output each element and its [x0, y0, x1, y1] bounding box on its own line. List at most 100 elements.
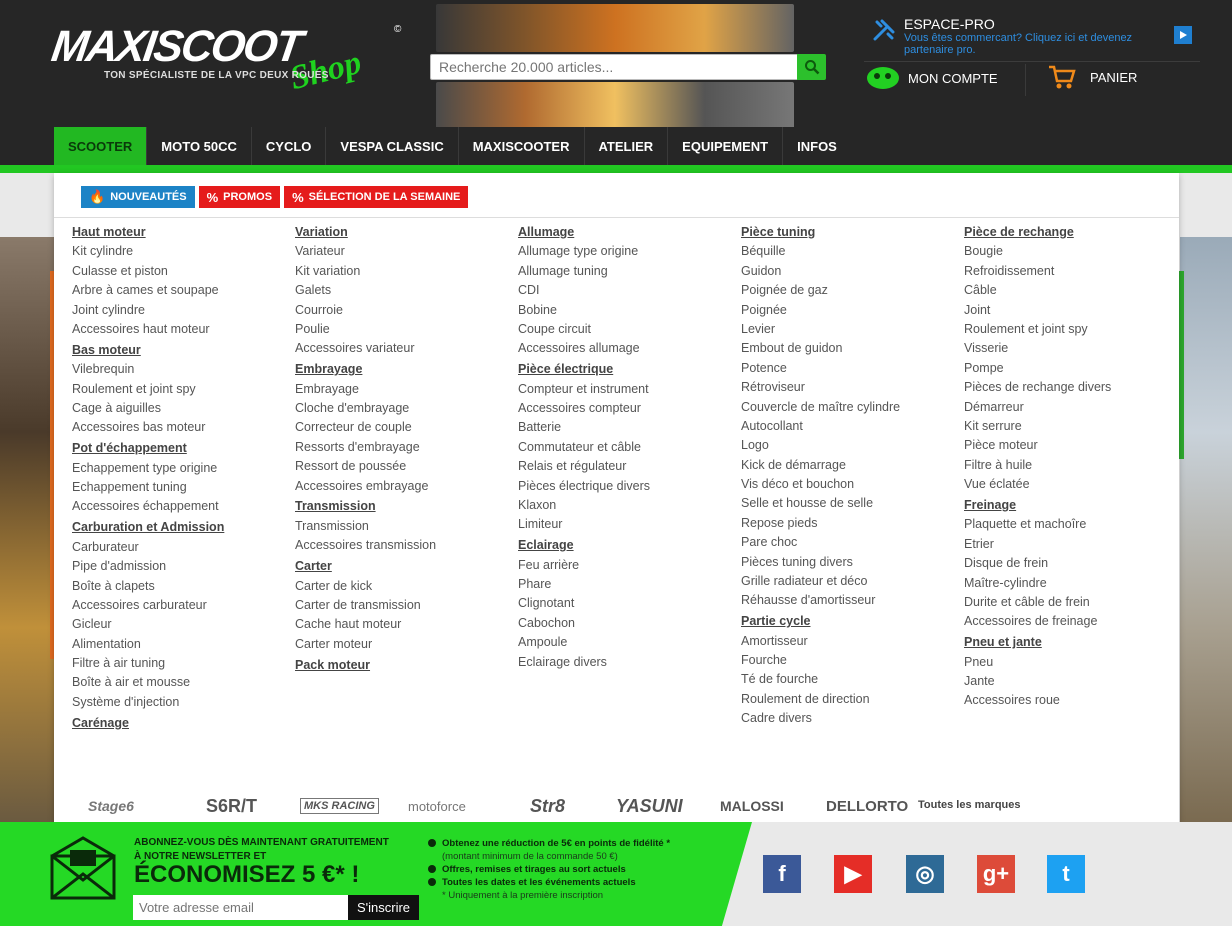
- menu-item[interactable]: Allumage tuning: [518, 262, 738, 281]
- menu-item[interactable]: Disque de frein: [964, 554, 1184, 573]
- menu-item[interactable]: Kit cylindre: [72, 242, 292, 261]
- menu-item[interactable]: Carburateur: [72, 538, 292, 557]
- menu-item[interactable]: Ampoule: [518, 633, 738, 652]
- menu-item[interactable]: Echappement tuning: [72, 478, 292, 497]
- menu-category[interactable]: Allumage: [518, 223, 738, 242]
- twitter-icon[interactable]: t: [1047, 855, 1085, 893]
- menu-item[interactable]: Clignotant: [518, 594, 738, 613]
- menu-category[interactable]: Haut moteur: [72, 223, 292, 242]
- menu-item[interactable]: Vis déco et bouchon: [741, 475, 961, 494]
- menu-category[interactable]: Pièce tuning: [741, 223, 961, 242]
- nav-maxiscooter[interactable]: MAXISCOOTER: [459, 127, 585, 165]
- menu-item[interactable]: Kit variation: [295, 262, 515, 281]
- menu-item[interactable]: Roulement de direction: [741, 690, 961, 709]
- menu-item[interactable]: Pièces de rechange divers: [964, 378, 1184, 397]
- menu-item[interactable]: Visserie: [964, 339, 1184, 358]
- menu-item[interactable]: Couvercle de maître cylindre: [741, 398, 961, 417]
- menu-item[interactable]: Accessoires haut moteur: [72, 320, 292, 339]
- menu-item[interactable]: Boîte à air et mousse: [72, 673, 292, 692]
- nav-vespa-classic[interactable]: VESPA CLASSIC: [326, 127, 459, 165]
- menu-category[interactable]: Carénage: [72, 714, 292, 733]
- menu-item[interactable]: Refroidissement: [964, 262, 1184, 281]
- menu-item[interactable]: Kit serrure: [964, 417, 1184, 436]
- menu-item[interactable]: Ressort de poussée: [295, 457, 515, 476]
- brand-s6rt[interactable]: S6R/T: [206, 793, 257, 819]
- menu-item[interactable]: Levier: [741, 320, 961, 339]
- menu-item[interactable]: Carter de kick: [295, 577, 515, 596]
- brand-motoforce[interactable]: motoforce: [408, 793, 466, 819]
- menu-category[interactable]: Pièce électrique: [518, 360, 738, 379]
- menu-item[interactable]: Pipe d'admission: [72, 557, 292, 576]
- brand-stage6[interactable]: Stage6: [88, 793, 134, 819]
- menu-item[interactable]: Cabochon: [518, 614, 738, 633]
- menu-item[interactable]: Cache haut moteur: [295, 615, 515, 634]
- menu-item[interactable]: Grille radiateur et déco: [741, 572, 961, 591]
- menu-item[interactable]: Poignée de gaz: [741, 281, 961, 300]
- menu-item[interactable]: Accessoires compteur: [518, 399, 738, 418]
- menu-item[interactable]: Amortisseur: [741, 632, 961, 651]
- youtube-icon[interactable]: ▶: [834, 855, 872, 893]
- menu-item[interactable]: Eclairage divers: [518, 653, 738, 672]
- nav-moto-50cc[interactable]: MOTO 50CC: [147, 127, 252, 165]
- espace-pro-link[interactable]: Vous êtes commercant? Cliquez ici et dev…: [904, 32, 1154, 56]
- menu-item[interactable]: Cage à aiguilles: [72, 399, 292, 418]
- menu-item[interactable]: Pièces électrique divers: [518, 477, 738, 496]
- menu-item[interactable]: Accessoires allumage: [518, 339, 738, 358]
- menu-item[interactable]: Pneu: [964, 653, 1184, 672]
- menu-item[interactable]: Potence: [741, 359, 961, 378]
- tab-nouveautes[interactable]: 🔥 NOUVEAUTÉS: [81, 186, 195, 208]
- all-brands-link[interactable]: Toutes les marques: [918, 799, 1021, 811]
- google-plus-icon[interactable]: g+: [977, 855, 1015, 893]
- search-button[interactable]: [797, 54, 826, 80]
- menu-category[interactable]: Embrayage: [295, 360, 515, 379]
- site-logo[interactable]: MAXISCOOT Shop TON SPÉCIALISTE DE LA VPC…: [49, 22, 412, 102]
- menu-item[interactable]: Vilebrequin: [72, 360, 292, 379]
- menu-category[interactable]: Bas moteur: [72, 341, 292, 360]
- menu-item[interactable]: Réhausse d'amortisseur: [741, 591, 961, 610]
- menu-item[interactable]: Alimentation: [72, 635, 292, 654]
- newsletter-email-input[interactable]: [133, 895, 349, 920]
- menu-item[interactable]: Pompe: [964, 359, 1184, 378]
- menu-item[interactable]: Maître-cylindre: [964, 574, 1184, 593]
- menu-item[interactable]: Cloche d'embrayage: [295, 399, 515, 418]
- menu-category[interactable]: Transmission: [295, 497, 515, 516]
- brand-mks-racing[interactable]: MKS RACING: [300, 798, 379, 814]
- menu-category[interactable]: Eclairage: [518, 536, 738, 555]
- menu-item[interactable]: Joint: [964, 301, 1184, 320]
- menu-item[interactable]: Embout de guidon: [741, 339, 961, 358]
- menu-item[interactable]: CDI: [518, 281, 738, 300]
- menu-item[interactable]: Autocollant: [741, 417, 961, 436]
- menu-item[interactable]: Gicleur: [72, 615, 292, 634]
- menu-category[interactable]: Carter: [295, 557, 515, 576]
- menu-item[interactable]: Accessoires échappement: [72, 497, 292, 516]
- nav-scooter[interactable]: SCOOTER: [54, 127, 148, 165]
- menu-item[interactable]: Accessoires de freinage: [964, 612, 1184, 631]
- tab-selection-semaine[interactable]: % SÉLECTION DE LA SEMAINE: [284, 186, 469, 208]
- menu-item[interactable]: Repose pieds: [741, 514, 961, 533]
- menu-item[interactable]: Bobine: [518, 301, 738, 320]
- brand-str8[interactable]: Str8: [530, 793, 565, 819]
- menu-item[interactable]: Echappement type origine: [72, 459, 292, 478]
- search-input[interactable]: [430, 54, 798, 80]
- menu-item[interactable]: Filtre à air tuning: [72, 654, 292, 673]
- play-arrow-icon[interactable]: [1174, 26, 1192, 44]
- menu-item[interactable]: Cadre divers: [741, 709, 961, 728]
- menu-item[interactable]: Bougie: [964, 242, 1184, 261]
- menu-item[interactable]: Allumage type origine: [518, 242, 738, 261]
- menu-item[interactable]: Vue éclatée: [964, 475, 1184, 494]
- menu-item[interactable]: Accessoires bas moteur: [72, 418, 292, 437]
- menu-item[interactable]: Selle et housse de selle: [741, 494, 961, 513]
- menu-item[interactable]: Logo: [741, 436, 961, 455]
- menu-item[interactable]: Accessoires carburateur: [72, 596, 292, 615]
- brand-dellorto[interactable]: DELLORTO: [826, 793, 908, 819]
- account-button[interactable]: MON COMPTE: [866, 64, 998, 92]
- menu-item[interactable]: Pièce moteur: [964, 436, 1184, 455]
- menu-item[interactable]: Arbre à cames et soupape: [72, 281, 292, 300]
- menu-item[interactable]: Pièces tuning divers: [741, 553, 961, 572]
- menu-category[interactable]: Pneu et jante: [964, 633, 1184, 652]
- menu-item[interactable]: Roulement et joint spy: [964, 320, 1184, 339]
- menu-item[interactable]: Carter de transmission: [295, 596, 515, 615]
- nav-atelier[interactable]: ATELIER: [585, 127, 669, 165]
- menu-item[interactable]: Culasse et piston: [72, 262, 292, 281]
- menu-item[interactable]: Accessoires embrayage: [295, 477, 515, 496]
